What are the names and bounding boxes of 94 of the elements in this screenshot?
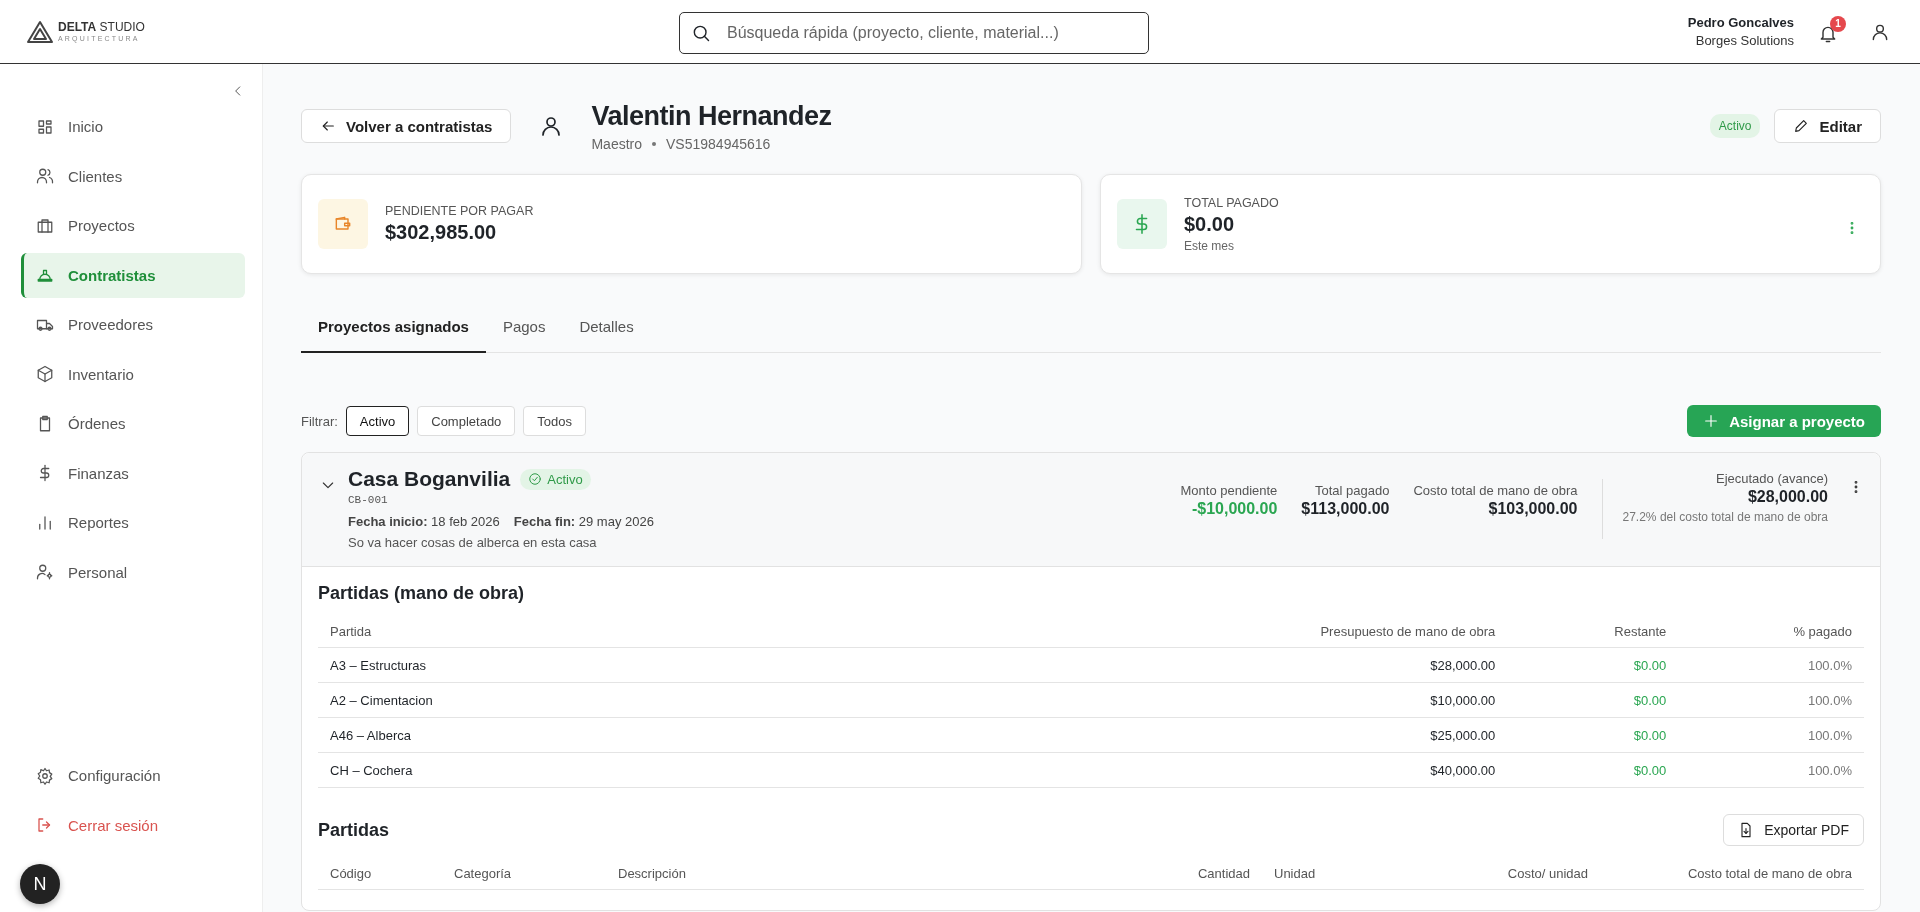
sidebar-item[interactable]: Personal — [21, 549, 245, 595]
metric-value: $113,000.00 — [1301, 500, 1390, 518]
column-header: Categoría — [442, 858, 606, 890]
filter-label: Filtrar: — [301, 413, 338, 429]
table-cell: A2 – Cimentacion — [318, 682, 1061, 718]
sidebar-item[interactable]: Cerrar sesión — [21, 802, 245, 848]
briefcase-icon — [36, 216, 54, 235]
filter-chip[interactable]: Activo — [345, 406, 410, 436]
project-status-badge: Activo — [520, 468, 591, 490]
column-header: Descripción — [606, 858, 965, 890]
table-cell: $0.00 — [1507, 682, 1679, 718]
progress-value: $28,000.00 — [1747, 488, 1828, 506]
table-cell: A46 – Alberca — [318, 717, 1061, 753]
user-name: Pedro Goncalves — [1687, 13, 1794, 32]
user-gear-icon — [36, 563, 54, 582]
table-cell: $0.00 — [1507, 647, 1679, 683]
plus-icon — [1703, 413, 1720, 429]
filter-chip[interactable]: Todos — [523, 406, 587, 436]
card-value: $302,985.00 — [385, 221, 498, 244]
table-cell: $0.00 — [1507, 717, 1679, 753]
notification-badge: 1 — [1830, 15, 1846, 32]
table-cell: CH – Cochera — [318, 752, 1061, 788]
logo-icon — [26, 19, 54, 44]
table-cell: 100.0% — [1678, 752, 1864, 788]
table-cell: $28,000.00 — [1060, 647, 1508, 683]
sidebar-item[interactable]: Proveedores — [21, 302, 245, 348]
sidebar-item[interactable]: Contratistas — [21, 252, 245, 298]
gear-icon — [36, 766, 54, 785]
sidebar-item[interactable]: Inventario — [21, 351, 245, 397]
sidebar-item[interactable]: Órdenes — [21, 401, 245, 447]
grid-icon — [36, 117, 54, 136]
column-header: Partida — [318, 616, 1061, 648]
tab[interactable]: Detalles — [562, 304, 651, 353]
metric-label: Monto pendiente — [1180, 483, 1278, 498]
card-note: Este mes — [1184, 238, 1235, 253]
export-pdf-button[interactable]: Exportar PDF — [1723, 814, 1864, 846]
sidebar-item[interactable]: Reportes — [21, 500, 245, 546]
metric-label: Costo total de mano de obra — [1413, 483, 1578, 498]
column-header: Costo total de mano de obra — [1600, 858, 1864, 890]
dev-indicator[interactable]: N — [20, 864, 60, 904]
table-cell: A3 – Estructuras — [318, 647, 1061, 683]
project-description: So va hacer cosas de alberca en esta casa — [348, 535, 598, 550]
column-header: Cantidad — [965, 858, 1262, 890]
users-icon — [36, 167, 54, 186]
table-cell: 100.0% — [1678, 647, 1864, 683]
column-header: Unidad — [1262, 858, 1406, 890]
card-label: TOTAL PAGADO — [1184, 195, 1279, 210]
metric-value: $103,000.00 — [1488, 500, 1578, 518]
metric-label: Total pagado — [1315, 483, 1390, 498]
column-header: Código — [318, 858, 442, 890]
sidebar-item[interactable]: Inicio — [21, 104, 245, 150]
contractor-code: VS51984945616 — [666, 135, 771, 152]
project-date: Fecha inicio: 18 feb 2026 — [348, 514, 500, 529]
table-cell: $40,000.00 — [1060, 752, 1508, 788]
project-name: Casa Boganvilia — [348, 467, 511, 491]
column-header: Presupuesto de mano de obra — [1060, 616, 1508, 648]
column-header: % pagado — [1678, 616, 1864, 648]
card-label: PENDIENTE POR PAGAR — [385, 204, 534, 218]
sidebar-item[interactable]: Configuración — [21, 753, 245, 799]
brand-name: DELTA STUDIO — [58, 21, 145, 33]
tab[interactable]: Proyectos asignados — [301, 304, 486, 353]
sidebar-item[interactable]: Finanzas — [21, 450, 245, 496]
column-header: Restante — [1507, 616, 1679, 648]
table-cell: $10,000.00 — [1060, 682, 1508, 718]
card-value: $0.00 — [1184, 212, 1236, 236]
tab[interactable]: Pagos — [485, 304, 563, 353]
table-cell: $25,000.00 — [1060, 717, 1508, 753]
section-title: Partidas (mano de obra) — [318, 583, 526, 604]
table-cell: 100.0% — [1678, 682, 1864, 718]
metric-value: -$10,000.00 — [1191, 500, 1278, 518]
search-field[interactable]: Búsqueda rápida (proyecto, cliente, material...) — [679, 12, 1149, 54]
pencil-icon — [1793, 118, 1810, 134]
contractor-role: Maestro — [591, 135, 643, 152]
check-circle-icon — [528, 472, 543, 486]
project-code: CB-001 — [348, 494, 389, 506]
progress-note: 27.2% del costo total de mano de obra — [1622, 510, 1828, 524]
sidebar-item[interactable]: Clientes — [21, 153, 245, 199]
contractor-name: Valentin Hernandez — [591, 100, 832, 132]
box-icon — [36, 365, 54, 384]
company-name: Borges Solutions — [1695, 31, 1794, 50]
notifications-button[interactable]: 1 — [1814, 15, 1846, 48]
sidebar-item[interactable]: Proyectos — [21, 203, 245, 249]
status-badge: Activo — [1709, 114, 1761, 138]
section-title: Partidas — [318, 819, 390, 841]
progress-label: Ejecutado (avance) — [1716, 471, 1828, 486]
search-icon — [691, 23, 711, 43]
arrow-left-icon — [320, 118, 336, 134]
back-button[interactable]: Volver a contratistas — [301, 109, 512, 143]
edit-button[interactable]: Editar — [1774, 109, 1881, 143]
column-header: Costo/ unidad — [1406, 858, 1600, 890]
filter-chip[interactable]: Completado — [417, 406, 516, 436]
table-cell: $0.00 — [1507, 752, 1679, 788]
project-date: Fecha fin: 29 may 2026 — [513, 514, 654, 529]
table-cell: 100.0% — [1678, 717, 1864, 753]
